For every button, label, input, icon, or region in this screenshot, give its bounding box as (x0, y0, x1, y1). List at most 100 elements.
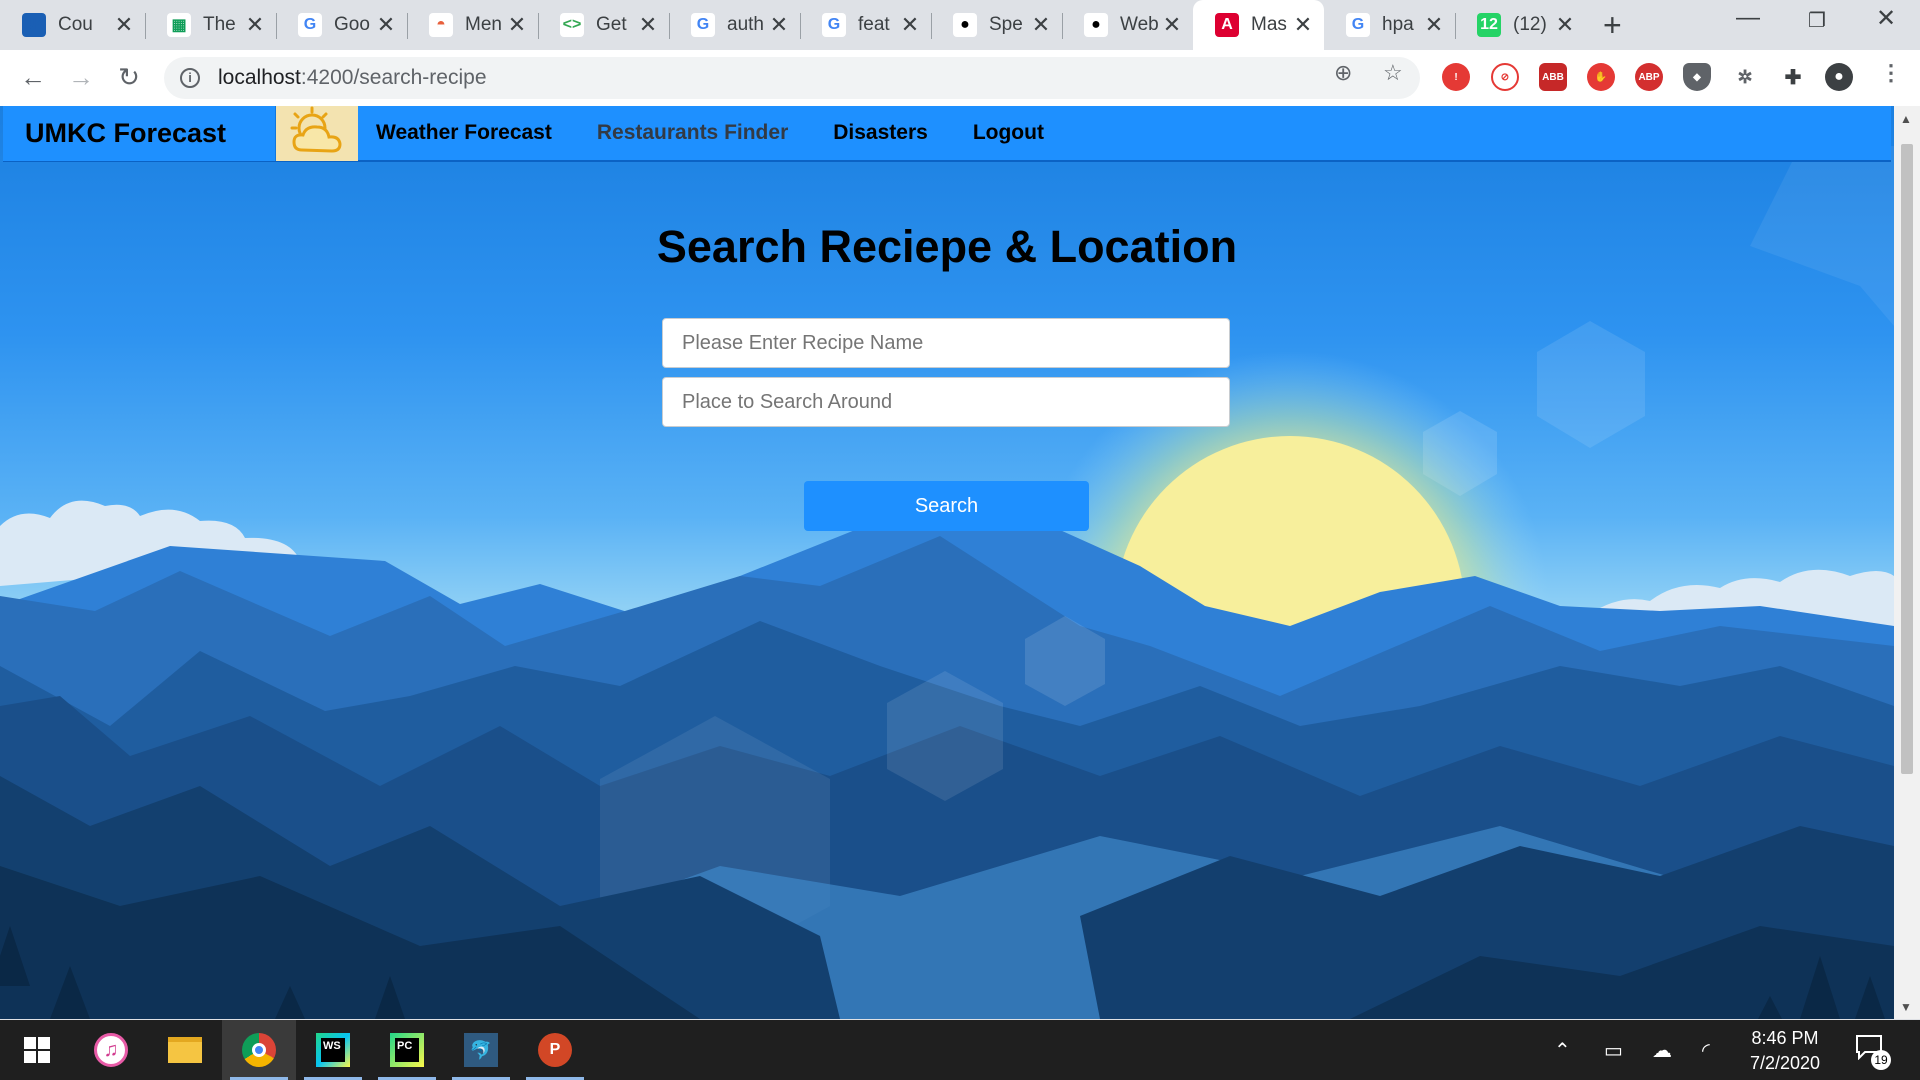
search-button[interactable]: Search (804, 481, 1089, 531)
tab-close-icon[interactable]: ✕ (506, 12, 528, 38)
browser-tab[interactable]: <> Get ✕ (538, 0, 669, 50)
tab-title: (12) (1513, 14, 1547, 35)
address-bar[interactable]: i localhost:4200/search-recipe (164, 57, 1420, 99)
battery-icon[interactable]: ▭ (1604, 1038, 1623, 1063)
location-icon[interactable]: ⊕ (1334, 60, 1352, 86)
tab-title: Web (1120, 14, 1159, 35)
tab-title: Mas (1251, 14, 1287, 35)
shield-icon[interactable]: ◆ (1683, 63, 1711, 91)
browser-tab[interactable]: G Goo ✕ (276, 0, 407, 50)
browser-tab[interactable]: Gauth ✕ (669, 0, 800, 50)
brand-title[interactable]: UMKC Forecast (3, 106, 276, 161)
scrollbar-thumb[interactable] (1901, 144, 1913, 774)
tab-close-icon[interactable]: ✕ (768, 12, 790, 38)
tab-title: Goo (334, 14, 370, 35)
tab-close-icon[interactable]: ✕ (1030, 12, 1052, 38)
browser-tab[interactable]: Gfeat ✕ (800, 0, 931, 50)
browser-tab[interactable]: ▦ The ✕ (145, 0, 276, 50)
reload-icon[interactable]: ↻ (112, 62, 146, 93)
minimize-icon[interactable]: — (1728, 4, 1768, 32)
adblocker-hand-icon[interactable]: ✋ (1587, 63, 1615, 91)
close-window-icon[interactable]: ✕ (1866, 4, 1906, 33)
browser-tab[interactable]: Ghpa ✕ (1324, 0, 1455, 50)
url-path: :4200/search-recipe (300, 66, 487, 89)
recipe-name-input[interactable] (662, 318, 1230, 368)
tab-title: feat (858, 14, 890, 35)
place-search-input[interactable] (662, 377, 1230, 427)
extension-alert-icon[interactable]: ! (1442, 63, 1470, 91)
nav-link-disasters[interactable]: Disasters (833, 121, 928, 145)
page-viewport: UMKC Forecast Weather Forecast Restaurant… (0, 106, 1894, 1019)
adblock-icon[interactable]: ABB (1539, 63, 1567, 91)
tab-separator (407, 13, 408, 39)
chrome-taskbar-icon[interactable] (222, 1020, 296, 1080)
page-scrollbar[interactable]: ▲ ▼ (1894, 106, 1920, 1019)
bookmark-star-icon[interactable]: ☆ (1383, 60, 1403, 86)
extensions-puzzle-icon[interactable]: ✚ (1779, 63, 1807, 91)
tab-separator (276, 13, 277, 39)
browser-tab[interactable]: ◓ Men ✕ (407, 0, 538, 50)
scroll-down-icon[interactable]: ▼ (1900, 1000, 1912, 1014)
browser-tab[interactable]: A Mas ✕ (1193, 0, 1324, 50)
sun-cloud-icon (276, 106, 358, 161)
code-icon: <> (560, 13, 584, 37)
nav-link-weather-forecast[interactable]: Weather Forecast (376, 121, 552, 145)
abp-icon[interactable]: ABP (1635, 63, 1663, 91)
google-icon: G (691, 13, 715, 37)
tab-title: hpa (1382, 14, 1414, 35)
tab-close-icon[interactable]: ✕ (637, 12, 659, 38)
tab-close-icon[interactable]: ✕ (1161, 12, 1183, 38)
file-explorer-icon[interactable] (148, 1020, 222, 1080)
google-icon: G (822, 13, 846, 37)
browser-tab[interactable]: 12 (12) ✕ (1455, 0, 1586, 50)
webstorm-icon[interactable]: WS (296, 1020, 370, 1080)
new-tab-button[interactable]: + (1603, 7, 1622, 44)
bug-extension-icon[interactable]: ✲ (1731, 63, 1759, 91)
chrome-menu-icon[interactable]: ⋮ (1880, 60, 1902, 86)
tab-close-icon[interactable]: ✕ (1554, 12, 1576, 38)
url-text[interactable]: localhost:4200/search-recipe (218, 66, 487, 90)
wifi-icon[interactable]: ◜ (1702, 1038, 1710, 1063)
weather-tray-icon[interactable]: ☁ (1652, 1038, 1672, 1063)
browser-tab[interactable]: ● Web ✕ (1062, 0, 1193, 50)
windows-taskbar: ♫ WS PC 🐬 P ⌃ ▭ ☁ ◜ 8:46 PM 7/2/2020 19 (0, 1020, 1920, 1080)
site-info-icon[interactable]: i (180, 68, 200, 88)
back-icon[interactable]: ← (16, 62, 50, 93)
browser-tab[interactable]: UK Cou ✕ (0, 0, 145, 50)
scroll-up-icon[interactable]: ▲ (1900, 112, 1912, 126)
tab-title: Men (465, 14, 502, 35)
tab-separator (931, 13, 932, 39)
nav-link-restaurants-finder[interactable]: Restaurants Finder (597, 121, 788, 145)
tab-close-icon[interactable]: ✕ (1292, 12, 1314, 38)
tab-close-icon[interactable]: ✕ (113, 12, 135, 38)
windows-start-icon[interactable] (0, 1020, 74, 1080)
tab-separator (538, 13, 539, 39)
powerpoint-icon[interactable]: P (518, 1020, 592, 1080)
browser-toolbar: ← → ↻ i localhost:4200/search-recipe ⊕ ☆… (0, 50, 1920, 106)
browser-tab[interactable]: ● Spe ✕ (931, 0, 1062, 50)
tab-separator (1062, 13, 1063, 39)
angular-icon: A (1215, 13, 1239, 37)
profile-avatar-icon[interactable]: ● (1825, 63, 1853, 91)
url-host: localhost (218, 66, 301, 89)
restore-icon[interactable]: ❐ (1797, 8, 1837, 33)
notification-center-icon[interactable]: 19 (1855, 1034, 1891, 1070)
forward-icon[interactable]: → (64, 62, 98, 93)
tab-separator (145, 13, 146, 39)
mysql-workbench-icon[interactable]: 🐬 (444, 1020, 518, 1080)
google-icon: G (1346, 13, 1370, 37)
tab-separator (1455, 13, 1456, 39)
system-clock[interactable]: 8:46 PM 7/2/2020 (1730, 1026, 1840, 1076)
tab-close-icon[interactable]: ✕ (244, 12, 266, 38)
clock-date: 7/2/2020 (1749, 1053, 1821, 1073)
tab-title: Spe (989, 14, 1023, 35)
page-title: Search Reciepe & Location (656, 221, 1238, 272)
tab-close-icon[interactable]: ✕ (1423, 12, 1445, 38)
tab-close-icon[interactable]: ✕ (375, 12, 397, 38)
tab-close-icon[interactable]: ✕ (899, 12, 921, 38)
itunes-icon[interactable]: ♫ (74, 1020, 148, 1080)
tray-chevron-icon[interactable]: ⌃ (1554, 1038, 1571, 1063)
extension-block-icon[interactable]: ⊘ (1491, 63, 1519, 91)
nav-link-logout[interactable]: Logout (973, 121, 1044, 145)
pycharm-icon[interactable]: PC (370, 1020, 444, 1080)
